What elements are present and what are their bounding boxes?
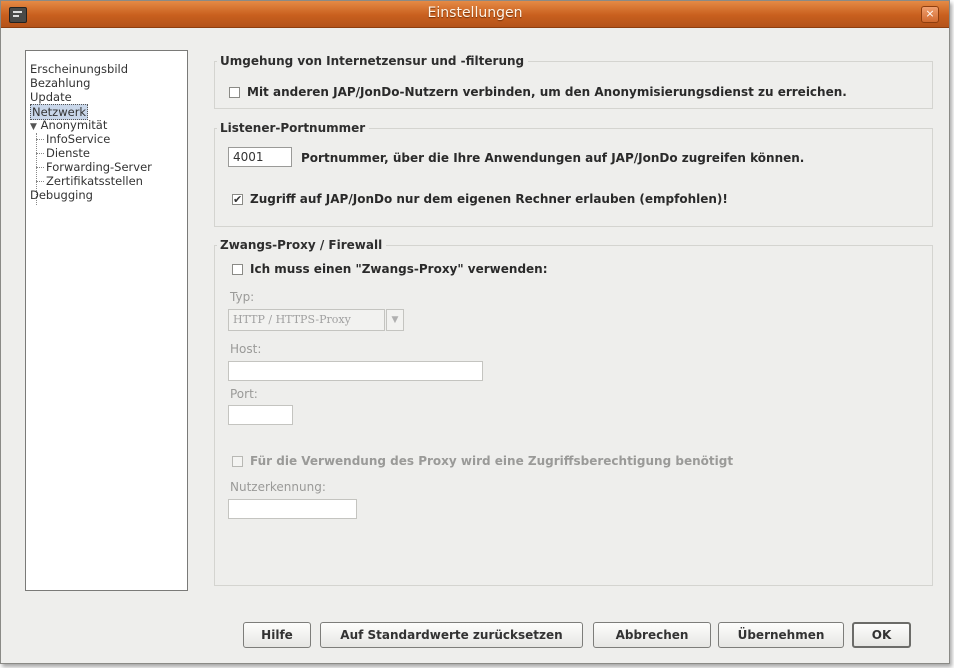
proxy-group-title: Zwangs-Proxy / Firewall — [217, 238, 387, 252]
nav-item-update[interactable]: Update — [30, 90, 72, 104]
settings-window: Einstellungen × Erscheinungsbild Bezahlu… — [0, 0, 950, 664]
window-title: Einstellungen — [427, 5, 523, 21]
tree-branch — [36, 167, 44, 168]
proxy-user-input[interactable] — [228, 499, 357, 519]
close-button[interactable]: × — [921, 6, 939, 23]
proxy-auth-label[interactable]: Für die Verwendung des Proxy wird eine Z… — [250, 454, 733, 468]
settings-nav-tree: Erscheinungsbild Bezahlung Update Netzwe… — [25, 50, 188, 591]
connect-users-checkbox[interactable] — [229, 87, 240, 98]
nav-item-anonymitaet-label: Anonymität — [40, 118, 108, 132]
apply-button[interactable]: Übernehmen — [718, 622, 844, 648]
nav-item-debugging[interactable]: Debugging — [30, 188, 93, 202]
nav-item-dienste[interactable]: Dienste — [46, 146, 90, 160]
proxy-user-label: Nutzerkennung: — [230, 480, 326, 494]
proxy-type-select[interactable]: HTTP / HTTPS-Proxy — [228, 309, 385, 331]
listener-group — [214, 128, 933, 227]
proxy-host-label: Host: — [230, 342, 262, 356]
title-bar[interactable]: Einstellungen × — [1, 1, 949, 28]
proxy-port-input[interactable] — [228, 405, 293, 425]
cancel-button[interactable]: Abbrechen — [593, 622, 711, 648]
local-only-label[interactable]: Zugriff auf JAP/JonDo nur dem eigenen Re… — [250, 192, 728, 206]
ok-button[interactable]: OK — [852, 622, 911, 648]
proxy-auth-checkbox[interactable] — [232, 456, 243, 467]
use-proxy-label[interactable]: Ich muss einen "Zwangs-Proxy" verwenden: — [250, 262, 548, 276]
proxy-type-label: Typ: — [230, 290, 255, 304]
nav-item-erscheinungsbild[interactable]: Erscheinungsbild — [30, 62, 128, 76]
listener-group-title: Listener-Portnummer — [217, 121, 370, 135]
proxy-group — [214, 245, 933, 586]
local-only-checkbox[interactable]: ✔ — [232, 194, 243, 205]
chevron-down-icon[interactable]: ▼ — [386, 309, 404, 331]
connect-users-label[interactable]: Mit anderen JAP/JonDo-Nutzern verbinden,… — [247, 85, 847, 99]
nav-item-infoservice[interactable]: InfoService — [46, 132, 110, 146]
tree-branch — [36, 153, 44, 154]
censorship-group-title: Umgehung von Internetzensur und -filteru… — [217, 54, 529, 68]
tree-branch — [36, 181, 44, 182]
nav-item-bezahlung[interactable]: Bezahlung — [30, 76, 90, 90]
proxy-port-label: Port: — [230, 387, 258, 401]
use-proxy-checkbox[interactable] — [232, 264, 243, 275]
nav-item-forwarding-server[interactable]: Forwarding-Server — [46, 160, 152, 174]
listener-port-description: Portnummer, über die Ihre Anwendungen au… — [301, 151, 805, 165]
tree-branch — [36, 139, 44, 140]
reset-defaults-button[interactable]: Auf Standardwerte zurücksetzen — [320, 622, 583, 648]
expand-arrow-icon[interactable]: ▼ — [30, 122, 37, 132]
nav-item-zertifikatsstellen[interactable]: Zertifikatsstellen — [46, 174, 143, 188]
help-button[interactable]: Hilfe — [243, 622, 311, 648]
proxy-host-input[interactable] — [228, 361, 483, 381]
listener-port-input[interactable]: 4001 — [228, 147, 292, 167]
